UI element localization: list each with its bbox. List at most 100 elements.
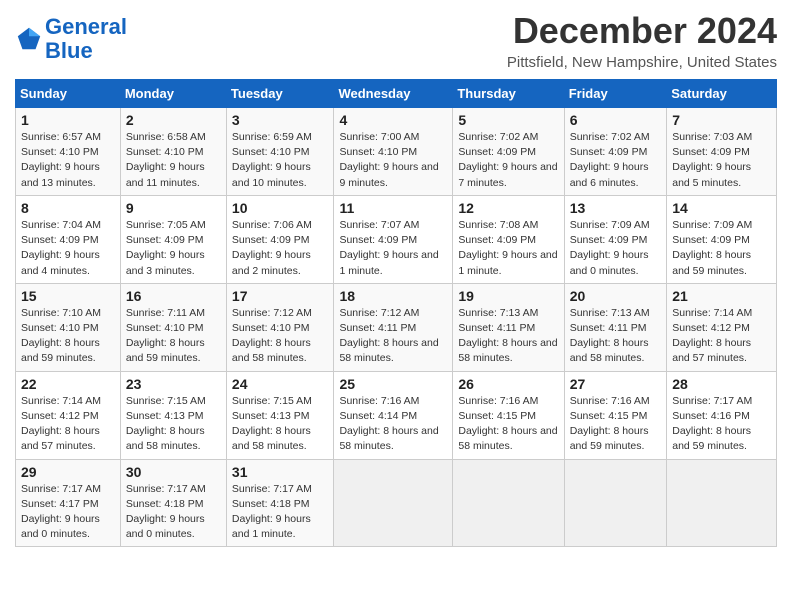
calendar-cell: 2 Sunrise: 6:58 AMSunset: 4:10 PMDayligh… bbox=[120, 108, 226, 196]
day-number: 2 bbox=[126, 112, 221, 128]
calendar-cell: 24 Sunrise: 7:15 AMSunset: 4:13 PMDaylig… bbox=[226, 371, 334, 459]
day-number: 24 bbox=[232, 376, 329, 392]
day-number: 21 bbox=[672, 288, 771, 304]
calendar-cell bbox=[334, 459, 453, 547]
day-number: 9 bbox=[126, 200, 221, 216]
day-detail: Sunrise: 7:05 AMSunset: 4:09 PMDaylight:… bbox=[126, 219, 206, 277]
day-number: 29 bbox=[21, 464, 115, 480]
calendar-cell: 17 Sunrise: 7:12 AMSunset: 4:10 PMDaylig… bbox=[226, 283, 334, 371]
day-detail: Sunrise: 7:12 AMSunset: 4:10 PMDaylight:… bbox=[232, 307, 312, 365]
day-detail: Sunrise: 6:57 AMSunset: 4:10 PMDaylight:… bbox=[21, 131, 101, 189]
logo: GeneralBlue bbox=[15, 15, 127, 63]
day-detail: Sunrise: 7:14 AMSunset: 4:12 PMDaylight:… bbox=[672, 307, 752, 365]
day-number: 4 bbox=[339, 112, 447, 128]
day-detail: Sunrise: 7:11 AMSunset: 4:10 PMDaylight:… bbox=[126, 307, 205, 365]
calendar-cell bbox=[564, 459, 667, 547]
day-number: 7 bbox=[672, 112, 771, 128]
day-detail: Sunrise: 7:15 AMSunset: 4:13 PMDaylight:… bbox=[232, 395, 312, 453]
day-detail: Sunrise: 7:16 AMSunset: 4:14 PMDaylight:… bbox=[339, 395, 438, 453]
calendar-cell: 6 Sunrise: 7:02 AMSunset: 4:09 PMDayligh… bbox=[564, 108, 667, 196]
day-detail: Sunrise: 7:02 AMSunset: 4:09 PMDaylight:… bbox=[570, 131, 650, 189]
calendar-cell: 28 Sunrise: 7:17 AMSunset: 4:16 PMDaylig… bbox=[667, 371, 777, 459]
calendar-cell: 14 Sunrise: 7:09 AMSunset: 4:09 PMDaylig… bbox=[667, 195, 777, 283]
header: GeneralBlue December 2024 Pittsfield, Ne… bbox=[15, 10, 777, 71]
day-detail: Sunrise: 7:12 AMSunset: 4:11 PMDaylight:… bbox=[339, 307, 438, 365]
day-detail: Sunrise: 7:04 AMSunset: 4:09 PMDaylight:… bbox=[21, 219, 101, 277]
title-area: December 2024 Pittsfield, New Hampshire,… bbox=[507, 10, 777, 71]
calendar-cell: 26 Sunrise: 7:16 AMSunset: 4:15 PMDaylig… bbox=[453, 371, 564, 459]
week-row-1: 1 Sunrise: 6:57 AMSunset: 4:10 PMDayligh… bbox=[16, 108, 777, 196]
day-detail: Sunrise: 7:17 AMSunset: 4:18 PMDaylight:… bbox=[232, 483, 312, 541]
calendar-cell: 4 Sunrise: 7:00 AMSunset: 4:10 PMDayligh… bbox=[334, 108, 453, 196]
day-number: 17 bbox=[232, 288, 329, 304]
calendar-cell: 13 Sunrise: 7:09 AMSunset: 4:09 PMDaylig… bbox=[564, 195, 667, 283]
day-number: 12 bbox=[458, 200, 558, 216]
month-title: December 2024 bbox=[507, 10, 777, 52]
calendar-cell: 25 Sunrise: 7:16 AMSunset: 4:14 PMDaylig… bbox=[334, 371, 453, 459]
day-number: 28 bbox=[672, 376, 771, 392]
day-detail: Sunrise: 7:13 AMSunset: 4:11 PMDaylight:… bbox=[458, 307, 557, 365]
day-detail: Sunrise: 7:17 AMSunset: 4:16 PMDaylight:… bbox=[672, 395, 752, 453]
day-number: 15 bbox=[21, 288, 115, 304]
day-detail: Sunrise: 6:59 AMSunset: 4:10 PMDaylight:… bbox=[232, 131, 312, 189]
day-detail: Sunrise: 7:17 AMSunset: 4:17 PMDaylight:… bbox=[21, 483, 101, 541]
day-number: 14 bbox=[672, 200, 771, 216]
week-row-2: 8 Sunrise: 7:04 AMSunset: 4:09 PMDayligh… bbox=[16, 195, 777, 283]
calendar-cell: 1 Sunrise: 6:57 AMSunset: 4:10 PMDayligh… bbox=[16, 108, 121, 196]
calendar-cell: 9 Sunrise: 7:05 AMSunset: 4:09 PMDayligh… bbox=[120, 195, 226, 283]
day-number: 8 bbox=[21, 200, 115, 216]
calendar-cell: 10 Sunrise: 7:06 AMSunset: 4:09 PMDaylig… bbox=[226, 195, 334, 283]
day-detail: Sunrise: 7:14 AMSunset: 4:12 PMDaylight:… bbox=[21, 395, 101, 453]
day-number: 30 bbox=[126, 464, 221, 480]
day-detail: Sunrise: 7:00 AMSunset: 4:10 PMDaylight:… bbox=[339, 131, 438, 189]
calendar-cell: 3 Sunrise: 6:59 AMSunset: 4:10 PMDayligh… bbox=[226, 108, 334, 196]
week-row-4: 22 Sunrise: 7:14 AMSunset: 4:12 PMDaylig… bbox=[16, 371, 777, 459]
day-detail: Sunrise: 7:16 AMSunset: 4:15 PMDaylight:… bbox=[458, 395, 557, 453]
location-title: Pittsfield, New Hampshire, United States bbox=[507, 54, 777, 71]
day-detail: Sunrise: 7:17 AMSunset: 4:18 PMDaylight:… bbox=[126, 483, 206, 541]
day-number: 22 bbox=[21, 376, 115, 392]
day-number: 6 bbox=[570, 112, 662, 128]
calendar-cell: 18 Sunrise: 7:12 AMSunset: 4:11 PMDaylig… bbox=[334, 283, 453, 371]
calendar-cell bbox=[453, 459, 564, 547]
day-detail: Sunrise: 7:08 AMSunset: 4:09 PMDaylight:… bbox=[458, 219, 557, 277]
day-detail: Sunrise: 7:06 AMSunset: 4:09 PMDaylight:… bbox=[232, 219, 312, 277]
day-number: 1 bbox=[21, 112, 115, 128]
day-number: 3 bbox=[232, 112, 329, 128]
calendar-cell: 8 Sunrise: 7:04 AMSunset: 4:09 PMDayligh… bbox=[16, 195, 121, 283]
calendar-header-row: SundayMondayTuesdayWednesdayThursdayFrid… bbox=[16, 80, 777, 108]
day-detail: Sunrise: 7:02 AMSunset: 4:09 PMDaylight:… bbox=[458, 131, 557, 189]
day-number: 16 bbox=[126, 288, 221, 304]
week-row-5: 29 Sunrise: 7:17 AMSunset: 4:17 PMDaylig… bbox=[16, 459, 777, 547]
calendar-cell: 11 Sunrise: 7:07 AMSunset: 4:09 PMDaylig… bbox=[334, 195, 453, 283]
day-number: 25 bbox=[339, 376, 447, 392]
calendar-cell: 5 Sunrise: 7:02 AMSunset: 4:09 PMDayligh… bbox=[453, 108, 564, 196]
day-detail: Sunrise: 7:15 AMSunset: 4:13 PMDaylight:… bbox=[126, 395, 206, 453]
day-detail: Sunrise: 7:09 AMSunset: 4:09 PMDaylight:… bbox=[672, 219, 752, 277]
header-sunday: Sunday bbox=[16, 80, 121, 108]
day-detail: Sunrise: 7:10 AMSunset: 4:10 PMDaylight:… bbox=[21, 307, 101, 365]
calendar-cell: 12 Sunrise: 7:08 AMSunset: 4:09 PMDaylig… bbox=[453, 195, 564, 283]
day-detail: Sunrise: 7:03 AMSunset: 4:09 PMDaylight:… bbox=[672, 131, 752, 189]
day-number: 10 bbox=[232, 200, 329, 216]
header-thursday: Thursday bbox=[453, 80, 564, 108]
logo-icon bbox=[15, 25, 43, 53]
day-number: 18 bbox=[339, 288, 447, 304]
day-detail: Sunrise: 7:16 AMSunset: 4:15 PMDaylight:… bbox=[570, 395, 650, 453]
header-friday: Friday bbox=[564, 80, 667, 108]
calendar-cell bbox=[667, 459, 777, 547]
logo-text: GeneralBlue bbox=[45, 15, 127, 63]
calendar-cell: 31 Sunrise: 7:17 AMSunset: 4:18 PMDaylig… bbox=[226, 459, 334, 547]
day-number: 11 bbox=[339, 200, 447, 216]
day-number: 19 bbox=[458, 288, 558, 304]
day-number: 20 bbox=[570, 288, 662, 304]
calendar-cell: 30 Sunrise: 7:17 AMSunset: 4:18 PMDaylig… bbox=[120, 459, 226, 547]
calendar-cell: 29 Sunrise: 7:17 AMSunset: 4:17 PMDaylig… bbox=[16, 459, 121, 547]
day-number: 31 bbox=[232, 464, 329, 480]
header-monday: Monday bbox=[120, 80, 226, 108]
day-number: 5 bbox=[458, 112, 558, 128]
calendar-cell: 23 Sunrise: 7:15 AMSunset: 4:13 PMDaylig… bbox=[120, 371, 226, 459]
day-detail: Sunrise: 7:09 AMSunset: 4:09 PMDaylight:… bbox=[570, 219, 650, 277]
day-detail: Sunrise: 7:07 AMSunset: 4:09 PMDaylight:… bbox=[339, 219, 438, 277]
calendar-cell: 20 Sunrise: 7:13 AMSunset: 4:11 PMDaylig… bbox=[564, 283, 667, 371]
